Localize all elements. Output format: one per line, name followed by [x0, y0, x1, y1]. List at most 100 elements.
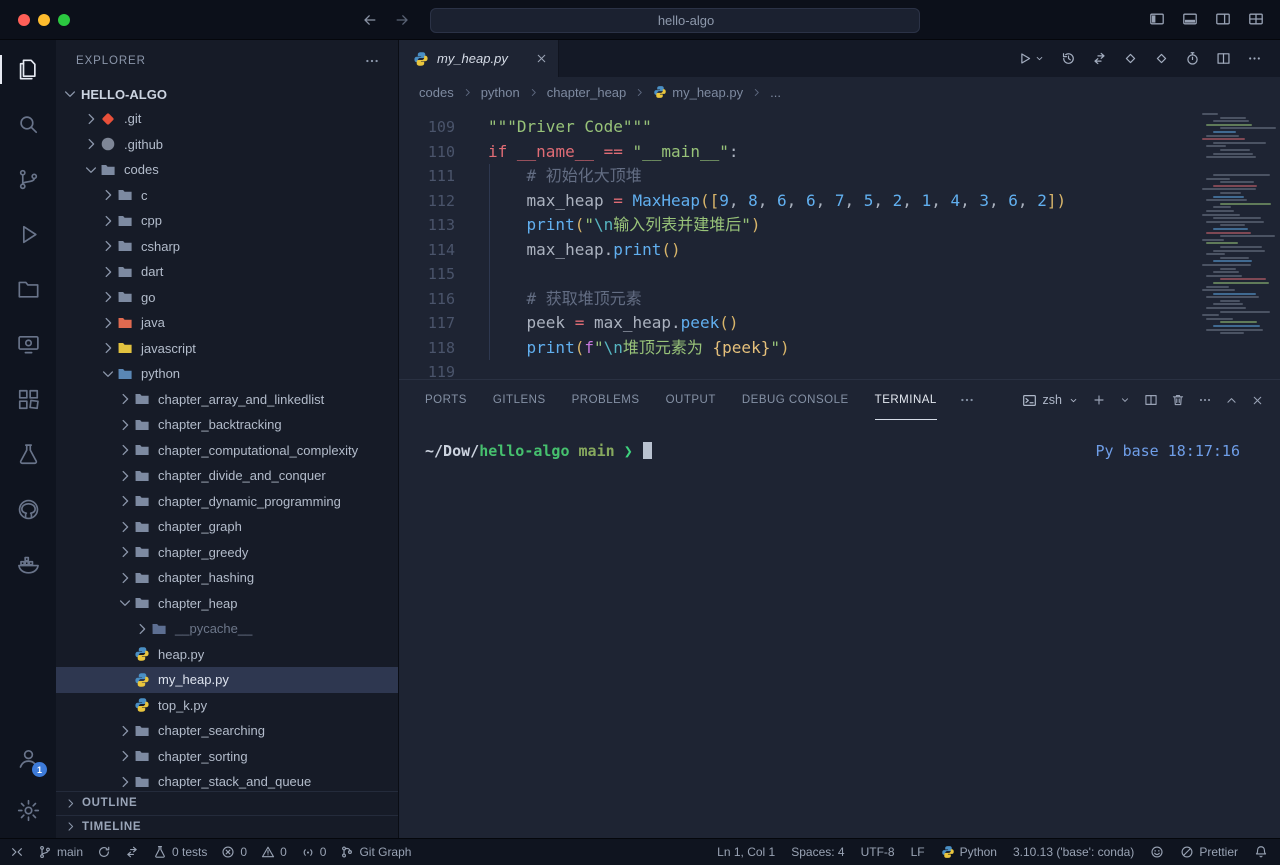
breadcrumb-python[interactable]: python — [481, 85, 520, 100]
tree-item-chapter-searching[interactable]: chapter_searching — [56, 718, 398, 744]
tree-item-pycache[interactable]: __pycache__ — [56, 616, 398, 642]
tree-item-chapter-computational-complexity[interactable]: chapter_computational_complexity — [56, 438, 398, 464]
tree-item-top-k-py[interactable]: top_k.py — [56, 693, 398, 719]
activity-extensions[interactable] — [0, 372, 56, 427]
tree-item-python[interactable]: python — [56, 361, 398, 387]
panel-tab-problems[interactable]: PROBLEMS — [572, 380, 640, 420]
status-python-interpreter[interactable]: 3.10.13 ('base': conda) — [1013, 845, 1134, 859]
activity-settings[interactable] — [0, 784, 56, 836]
zoom-traffic-light[interactable] — [58, 14, 70, 26]
breadcrumb-[interactable]: ... — [770, 85, 781, 100]
code-editor[interactable]: 109"""Driver Code"""110if __name__ == "_… — [399, 107, 1280, 379]
tree-item-chapter-stack-and-queue[interactable]: chapter_stack_and_queue — [56, 769, 398, 791]
tree-item-codes[interactable]: codes — [56, 157, 398, 183]
split-editor-button[interactable] — [1216, 51, 1231, 66]
status-eol[interactable]: LF — [911, 845, 925, 859]
tree-item-heap-py[interactable]: heap.py — [56, 642, 398, 668]
status-indentation[interactable]: Spaces: 4 — [791, 845, 844, 859]
previous-change-button[interactable] — [1123, 51, 1138, 66]
tree-item-chapter-graph[interactable]: chapter_graph — [56, 514, 398, 540]
tree-item-chapter-sorting[interactable]: chapter_sorting — [56, 744, 398, 770]
tree-item-go[interactable]: go — [56, 285, 398, 311]
status-feedback[interactable] — [1150, 845, 1164, 859]
status-cursor-position[interactable]: Ln 1, Col 1 — [717, 845, 775, 859]
panel-tabs-overflow[interactable] — [959, 392, 975, 408]
status-errors[interactable]: 0 — [221, 845, 247, 859]
breadcrumb-my-heap-py[interactable]: my_heap.py — [653, 85, 743, 100]
breadcrumb-codes[interactable]: codes — [419, 85, 454, 100]
terminal-more-actions[interactable] — [1198, 393, 1212, 407]
panel-tab-ports[interactable]: PORTS — [425, 380, 467, 420]
status-remote-indicator[interactable] — [10, 845, 24, 859]
run-button[interactable] — [1017, 51, 1045, 66]
back-button[interactable] — [362, 11, 378, 29]
status-tests[interactable]: 0 tests — [153, 845, 207, 859]
open-changes-button[interactable] — [1092, 51, 1107, 66]
status-git-branch[interactable]: main — [38, 845, 83, 859]
tree-item-cpp[interactable]: cpp — [56, 208, 398, 234]
activity-docker[interactable] — [0, 537, 56, 592]
history-button[interactable] — [1061, 51, 1076, 66]
minimap[interactable] — [1200, 113, 1264, 336]
status-prettier[interactable]: Prettier — [1180, 845, 1238, 859]
section-timeline[interactable]: TIMELINE — [56, 815, 398, 839]
kill-terminal-button[interactable] — [1171, 393, 1185, 407]
tree-item-chapter-hashing[interactable]: chapter_hashing — [56, 565, 398, 591]
status-ports[interactable]: 0 — [301, 845, 327, 859]
activity-run-debug[interactable] — [0, 207, 56, 262]
minimize-traffic-light[interactable] — [38, 14, 50, 26]
tree-item-chapter-dynamic-programming[interactable]: chapter_dynamic_programming — [56, 489, 398, 515]
more-actions-button[interactable] — [1247, 51, 1262, 66]
next-change-button[interactable] — [1154, 51, 1169, 66]
explorer-more-actions[interactable] — [364, 53, 380, 69]
new-terminal-button[interactable] — [1092, 393, 1106, 407]
breadcrumb-chapter-heap[interactable]: chapter_heap — [547, 85, 627, 100]
tree-root-hello-algo[interactable]: HELLO-ALGO — [56, 82, 398, 106]
shell-selector[interactable]: zsh — [1022, 393, 1079, 408]
tab-my-heap-py[interactable]: my_heap.py — [399, 40, 559, 77]
maximize-panel-button[interactable] — [1225, 394, 1238, 407]
tab-close-icon[interactable] — [535, 52, 548, 65]
activity-project-folder[interactable] — [0, 262, 56, 317]
status-language-mode[interactable]: Python — [941, 845, 997, 859]
status-encoding[interactable]: UTF-8 — [861, 845, 895, 859]
panel-tab-gitlens[interactable]: GITLENS — [493, 380, 546, 420]
toggle-secondary-sidebar-button[interactable] — [1215, 11, 1231, 27]
command-center-search[interactable]: hello-algo — [430, 8, 920, 33]
status-notifications[interactable] — [1254, 845, 1268, 859]
tree-item-java[interactable]: java — [56, 310, 398, 336]
tree-item-csharp[interactable]: csharp — [56, 234, 398, 260]
forward-button[interactable] — [394, 11, 410, 29]
terminal-launch-dropdown[interactable] — [1119, 394, 1131, 406]
tree-item-chapter-divide-and-conquer[interactable]: chapter_divide_and_conquer — [56, 463, 398, 489]
activity-search[interactable] — [0, 97, 56, 152]
panel-tab-output[interactable]: OUTPUT — [666, 380, 716, 420]
section-outline[interactable]: OUTLINE — [56, 791, 398, 815]
activity-accounts[interactable]: 1 — [0, 732, 56, 784]
split-terminal-button[interactable] — [1144, 393, 1158, 407]
status-gitlens-compare[interactable] — [125, 845, 139, 859]
status-git-graph[interactable]: Git Graph — [340, 845, 411, 859]
close-panel-button[interactable] — [1251, 394, 1264, 407]
stopwatch-button[interactable] — [1185, 51, 1200, 66]
activity-github[interactable] — [0, 482, 56, 537]
customize-layout-button[interactable] — [1248, 11, 1264, 27]
panel-tab-debug-console[interactable]: DEBUG CONSOLE — [742, 380, 849, 420]
activity-source-control[interactable] — [0, 152, 56, 207]
tree-item-javascript[interactable]: javascript — [56, 336, 398, 362]
tree-item-github[interactable]: .github — [56, 132, 398, 158]
terminal[interactable]: ~/Dow/hello-algo main ❯ Py base 18:17:16 — [399, 420, 1280, 838]
status-sync-changes[interactable] — [97, 845, 111, 859]
activity-testing[interactable] — [0, 427, 56, 482]
tree-item-c[interactable]: c — [56, 183, 398, 209]
tree-item-my-heap-py[interactable]: my_heap.py — [56, 667, 398, 693]
tree-item-chapter-heap[interactable]: chapter_heap — [56, 591, 398, 617]
activity-explorer[interactable] — [0, 42, 56, 97]
tree-item-chapter-array-and-linkedlist[interactable]: chapter_array_and_linkedlist — [56, 387, 398, 413]
tree-item-chapter-greedy[interactable]: chapter_greedy — [56, 540, 398, 566]
tree-item-git[interactable]: .git — [56, 106, 398, 132]
tree-item-dart[interactable]: dart — [56, 259, 398, 285]
panel-tab-terminal[interactable]: TERMINAL — [875, 380, 937, 420]
toggle-panel-button[interactable] — [1182, 11, 1198, 27]
status-warnings[interactable]: 0 — [261, 845, 287, 859]
